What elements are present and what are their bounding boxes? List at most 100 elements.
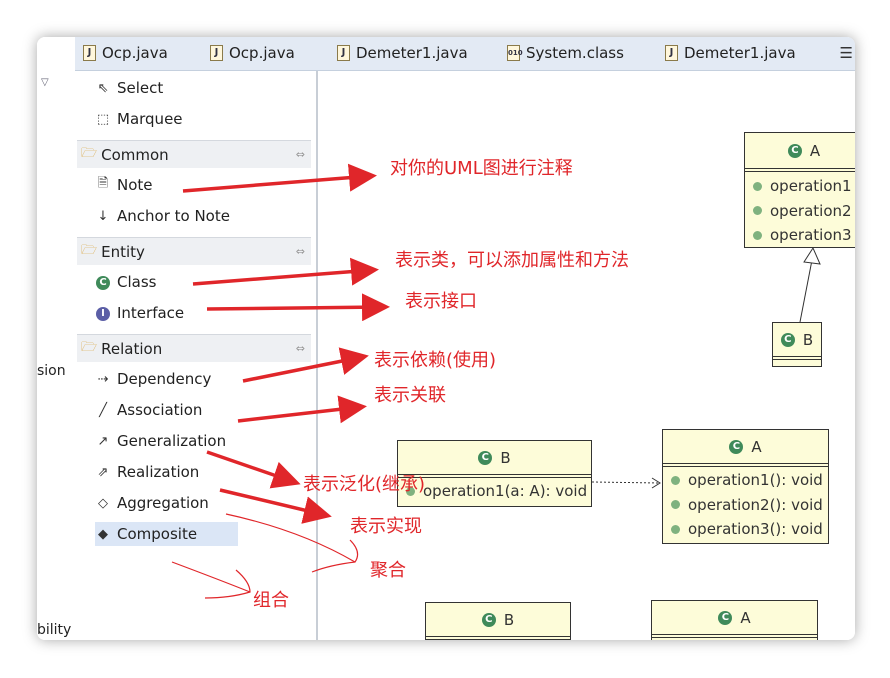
public-method-icon [753,230,762,240]
public-method-icon [753,206,762,216]
palette-realization[interactable]: ⇗ Realization [95,460,200,484]
palette-note[interactable]: 🗎 Note [95,173,153,197]
class-icon: C [787,143,802,158]
java-file-icon: J [210,45,223,61]
palette-interface[interactable]: I Interface [95,301,184,325]
drawer-entity[interactable]: 🗁 Entity ⇔ [77,237,311,265]
item-label: Aggregation [117,494,209,512]
tab-system-class[interactable]: 010 System.class [507,44,624,62]
folder-icon: 🗁 [81,339,98,355]
tab-label: Ocp.java [102,44,168,62]
drawer-title: Relation [101,339,163,358]
annotation-composite: 组合 [253,590,289,611]
item-label: Composite [117,525,198,543]
class-box-a-supplier[interactable]: CA operation1(): void operation2(): void… [662,429,829,544]
collapse-triangle-icon[interactable]: ▽ [41,77,49,88]
palette-composite[interactable]: ◆ Composite [95,522,238,546]
class-icon: C [95,274,111,290]
item-label: Note [117,176,153,194]
tab-label: Demeter1.java [356,44,468,62]
editor-tab-bar: J Ocp.java J Ocp.java J Demeter1.java 010 Sy… [75,37,855,71]
annotation-class: 表示类，可以添加属性和方法 [395,250,629,271]
annotation-realization: 表示实现 [350,516,422,537]
annotation-dependency: 表示依赖(使用) [374,350,497,371]
tab-demeter1-java[interactable]: J Demeter1.java [337,44,468,62]
drawer-relation[interactable]: 🗁 Relation ⇔ [77,334,311,362]
annotation-association: 表示关联 [374,385,446,406]
class-box-b-dependent[interactable]: CB operation1(a: A): void [397,440,592,507]
annotation-interface: 表示接口 [405,291,477,312]
item-label: Marquee [117,110,183,128]
class-name: B [503,610,515,629]
operation: operation3 [770,226,852,245]
interface-icon: I [95,305,111,321]
annotation-aggregation: 聚合 [370,560,406,581]
item-label: Generalization [117,432,227,450]
palette-marquee[interactable]: ⬚ Marquee [95,107,183,131]
item-label: Select [117,79,164,97]
left-view-strip: ▽ sion bility [37,37,76,640]
palette-association[interactable]: ╱ Association [95,398,202,422]
class-box-a[interactable]: CA operation1 operation2 operation3 [744,132,855,248]
public-method-icon [671,524,680,534]
palette-anchor-to-note[interactable]: ↓ Anchor to Note [95,204,230,228]
class-name: A [740,608,751,627]
drawer-title: Common [101,145,169,164]
tab-ocp-java[interactable]: J Ocp.java [83,44,168,62]
class-name: A [809,141,821,160]
drawer-title: Entity [101,242,145,261]
tab-list-icon[interactable]: ☰ [840,44,853,62]
operation: operation2 [770,201,852,220]
drawer-common[interactable]: 🗁 Common ⇔ [77,140,311,168]
generalization-icon: ↗ [97,433,109,449]
palette-aggregation[interactable]: ◇ Aggregation [95,491,209,515]
tab-label: System.class [526,44,624,62]
association-icon: ╱ [99,402,107,418]
public-method-icon [753,181,762,191]
java-file-icon: J [665,45,678,61]
tab-label: Demeter1.java [684,44,796,62]
folder-icon: 🗁 [81,145,98,161]
item-label: Association [117,401,203,419]
palette-select[interactable]: ⇖ Select [95,76,164,100]
public-method-icon [671,500,680,510]
note-icon: 🗎 [97,176,109,191]
public-method-icon [671,475,680,485]
folder-icon: 🗁 [81,242,98,258]
operation: operation1(a: A): void [423,482,588,500]
class-name: B [802,330,814,349]
marquee-icon: ⬚ [96,111,110,127]
tab-ocp-java-2[interactable]: J Ocp.java [210,44,295,62]
class-icon: C [478,450,493,465]
tab-label: Ocp.java [229,44,295,62]
aggregation-icon: ◇ [98,495,108,511]
class-box-a-bottom[interactable]: CA [651,600,818,640]
class-box-b-bottom[interactable]: CB [425,602,571,640]
item-label: Dependency [117,370,212,388]
palette-generalization[interactable]: ↗ Generalization [95,429,227,453]
operation: operation1 [770,177,852,196]
pin-icon[interactable]: ⇔ [296,245,305,258]
class-box-b[interactable]: CB [772,322,822,367]
class-name: A [751,437,762,456]
item-label: Anchor to Note [117,207,230,225]
class-icon: C [718,610,733,625]
arrow-down-icon: ↓ [97,208,109,224]
class-file-icon: 010 [507,45,523,61]
dependency-icon: ⇢ [97,371,109,387]
item-label: Interface [117,304,185,322]
annotation-generalization: 表示泛化(继承) [303,474,426,495]
palette-class[interactable]: C Class [95,270,156,294]
truncated-label: bility [37,622,72,638]
pin-icon[interactable]: ⇔ [296,342,305,355]
class-icon: C [481,612,496,627]
java-file-icon: J [83,45,96,61]
pin-icon[interactable]: ⇔ [296,148,305,161]
palette-dependency[interactable]: ⇢ Dependency [95,367,212,391]
operation: operation1(): void [688,471,823,490]
tab-demeter1-java-2[interactable]: J Demeter1.java [665,44,796,62]
class-name: B [500,448,511,467]
palette: ⇖ Select ⬚ Marquee 🗁 Common ⇔ 🗎 Note ↓ Anchor … [75,71,318,640]
operation: operation3(): void [688,520,823,539]
composite-icon: ◆ [98,526,108,542]
